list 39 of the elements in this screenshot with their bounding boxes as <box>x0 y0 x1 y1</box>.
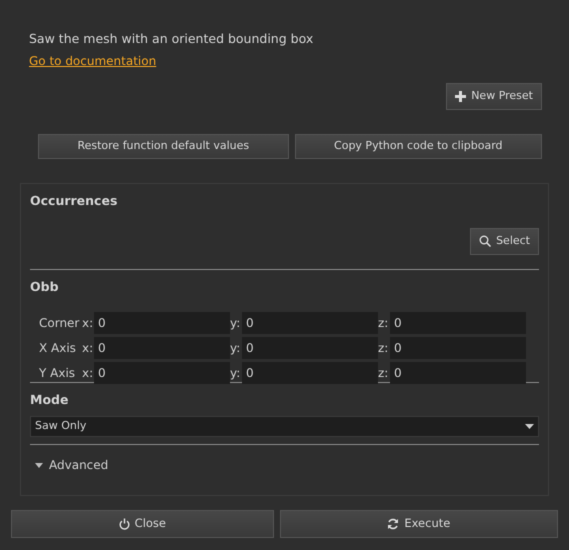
new-preset-button[interactable]: New Preset <box>446 82 542 110</box>
number-field[interactable]: 0 <box>390 362 526 384</box>
power-icon <box>118 518 130 530</box>
axis-label: z: <box>378 365 390 382</box>
description-text: Saw the mesh with an oriented bounding box <box>29 30 314 48</box>
action-button[interactable]: Copy Python code to clipboard <box>294 134 542 159</box>
number-field[interactable]: 0 <box>242 337 378 360</box>
section-title: Obb <box>30 278 60 296</box>
row-label: Y Axis <box>38 365 76 382</box>
action-button[interactable]: Restore function default values <box>38 134 289 159</box>
search-icon <box>479 235 492 247</box>
documentation-link[interactable]: Go to documentation <box>29 52 156 70</box>
execute-button[interactable]: Execute <box>280 510 558 538</box>
axis-label: x: <box>82 365 94 382</box>
number-field[interactable]: 0 <box>390 312 526 334</box>
section-title: Occurrences <box>30 192 118 210</box>
plus-icon <box>455 90 466 102</box>
number-field[interactable]: 0 <box>390 337 526 360</box>
close-button[interactable]: Close <box>11 510 274 538</box>
number-field[interactable]: 0 <box>94 337 230 360</box>
select-button[interactable]: Select <box>470 228 539 254</box>
section-title: Mode <box>30 391 70 410</box>
axis-label: z: <box>378 315 390 332</box>
row-label: X Axis <box>38 340 77 358</box>
number-field[interactable]: 0 <box>94 312 230 334</box>
number-field[interactable]: 0 <box>94 362 230 384</box>
axis-label: x: <box>82 340 94 358</box>
axis-label: y: <box>230 365 242 382</box>
advanced-toggle[interactable]: Advanced <box>35 456 108 474</box>
number-field[interactable]: 0 <box>242 312 378 334</box>
row-label: Corner <box>38 315 80 332</box>
dropdown-arrow-icon <box>525 424 534 429</box>
mode-dropdown[interactable]: Saw Only <box>30 416 539 437</box>
axis-label: y: <box>230 315 242 332</box>
number-field[interactable]: 0 <box>242 362 378 384</box>
axis-label: x: <box>82 315 94 332</box>
axis-label: y: <box>230 340 242 358</box>
refresh-icon <box>387 518 400 530</box>
axis-label: z: <box>378 340 390 358</box>
